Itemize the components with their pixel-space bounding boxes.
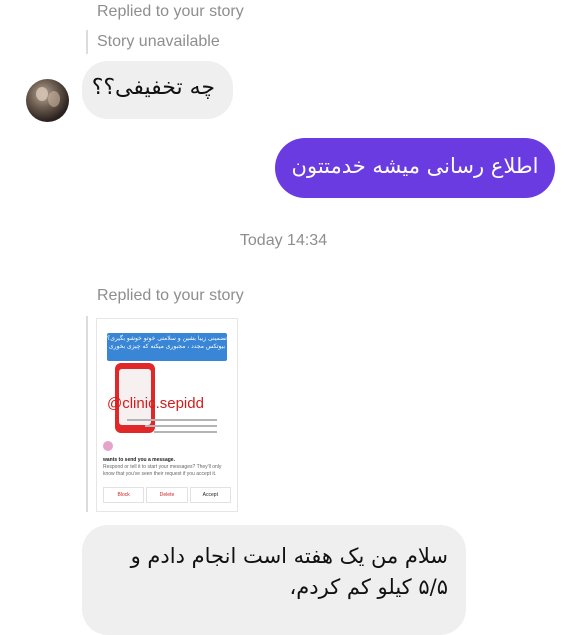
story-unavailable-label: Story unavailable xyxy=(97,33,220,50)
message-text: چه تخفیفی؟؟ xyxy=(91,75,215,100)
incoming-message-bubble[interactable]: سلام من یک هفته است انجام دادم و ۵/۵ کیل… xyxy=(82,525,466,635)
message-request-buttons: Block Delete Accept xyxy=(103,487,231,503)
block-button: Block xyxy=(103,487,145,503)
replied-to-story-label: Replied to your story xyxy=(97,287,244,304)
message-text: اطلاع رسانی میشه خدمتتون xyxy=(291,154,539,178)
story-banner: تضمینی زیبا بشین و سلامتی خوتو خوشو بگیر… xyxy=(107,333,227,361)
profile-dot-icon xyxy=(103,441,113,451)
date-separator: Today 14:34 xyxy=(239,232,328,249)
sender-avatar[interactable] xyxy=(26,79,69,122)
story-preview-thumbnail[interactable]: تضمینی زیبا بشین و سلامتی خوتو خوشو بگیر… xyxy=(96,318,238,512)
message-request-title: wants to send you a message. xyxy=(103,457,175,463)
message-text: سلام من یک هفته است انجام دادم و ۵/۵ کیل… xyxy=(130,544,448,599)
story-handle-text: @clinic.sepidd xyxy=(107,395,204,412)
reply-quote-bar xyxy=(86,316,88,512)
incoming-message-bubble[interactable]: چه تخفیفی؟؟ xyxy=(82,61,233,119)
delete-button: Delete xyxy=(146,487,188,503)
message-request-text: wants to send you a message. Respond or … xyxy=(103,457,231,478)
accept-button: Accept xyxy=(189,487,231,503)
outgoing-message-bubble[interactable]: اطلاع رسانی میشه خدمتتون xyxy=(275,138,555,198)
story-text-lines xyxy=(127,419,217,437)
message-request-body: Respond or tell it to start your message… xyxy=(103,464,222,477)
replied-to-story-label: Replied to your story xyxy=(97,3,244,20)
reply-quote-bar xyxy=(86,30,88,54)
